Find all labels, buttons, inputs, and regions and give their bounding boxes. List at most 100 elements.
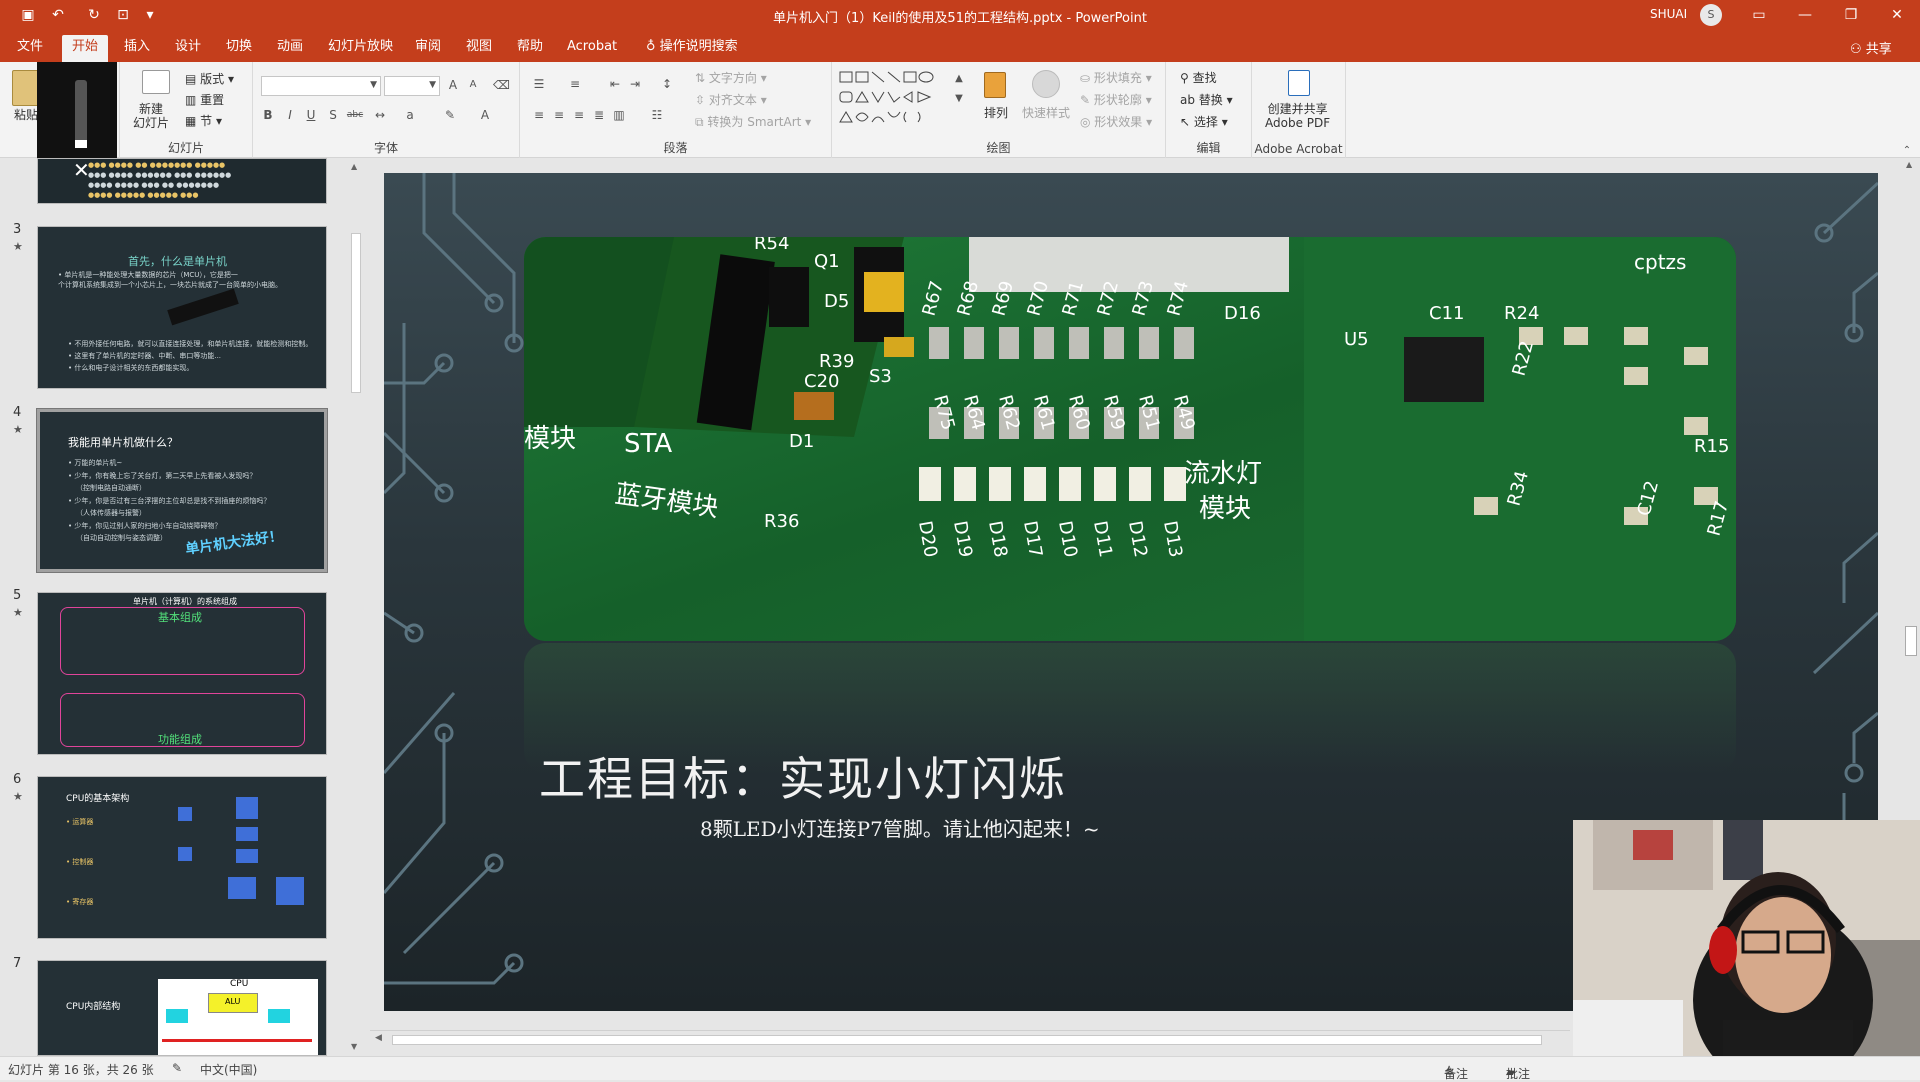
slide-thumbnail-6[interactable]: CPU的基本架构 • 运算器 • 控制器 • 寄存器	[37, 776, 327, 939]
create-pdf-button[interactable]: 创建并共享 Adobe PDF	[1265, 102, 1330, 130]
numbering-icon[interactable]: ≡	[568, 77, 582, 91]
quick-styles-icon[interactable]	[1032, 70, 1060, 98]
shape-outline-button[interactable]: ✎ 形状轮廓 ▾	[1080, 91, 1152, 108]
find-button[interactable]: ⚲ 查找	[1180, 69, 1217, 86]
user-name[interactable]: SHUAI	[1650, 7, 1687, 21]
horizontal-scrollbar[interactable]: ◀	[370, 1030, 1570, 1048]
align-text-label: 对齐文本	[708, 93, 757, 107]
section-button[interactable]: ▦ 节 ▾	[185, 112, 222, 129]
reset-button[interactable]: ▥ 重置	[185, 91, 224, 108]
align-left-icon[interactable]: ≡	[532, 108, 546, 122]
collapse-ribbon-icon[interactable]: ⌃	[1900, 144, 1914, 158]
new-slide-button[interactable]: 新建 幻灯片	[133, 102, 169, 130]
font-color-icon[interactable]: A	[478, 108, 492, 122]
slide-thumbnail-5[interactable]: 单片机（计算机）的系统组成 基本组成 功能组成	[37, 592, 327, 755]
chevron-down-icon[interactable]: ▼	[952, 92, 966, 106]
justify-icon[interactable]: ≣	[592, 108, 606, 122]
bold-button[interactable]: B	[261, 108, 275, 122]
ribbon-options-button[interactable]: ▭	[1736, 0, 1782, 30]
quick-styles-button[interactable]: 快速样式	[1022, 104, 1070, 121]
new-slide-icon[interactable]	[142, 70, 170, 94]
scroll-down-icon[interactable]: ▼	[351, 1042, 357, 1051]
align-text-icon: ⇳	[695, 93, 709, 107]
tab-help[interactable]: 帮助	[507, 35, 553, 62]
align-center-icon[interactable]: ≡	[552, 108, 566, 122]
thumb-line: • 少年，你见过别人家的扫地小车自动绕障碍物？	[68, 522, 222, 530]
close-button[interactable]: ✕	[1874, 0, 1920, 30]
tab-acrobat[interactable]: Acrobat	[557, 35, 627, 62]
shadow-button[interactable]: S	[326, 108, 340, 122]
line-spacing-icon[interactable]: ↕	[660, 77, 674, 91]
arrange-button[interactable]: 排列	[984, 104, 1008, 121]
clear-format-icon[interactable]: ⌫	[493, 78, 510, 92]
tab-insert[interactable]: 插入	[114, 35, 160, 62]
replace-icon: ab	[1180, 93, 1199, 107]
tab-home[interactable]: 开始	[62, 35, 109, 62]
font-family-select[interactable]: ▼	[261, 76, 381, 96]
scrollbar-thumb[interactable]	[1905, 626, 1917, 656]
tab-animations[interactable]: 动画	[267, 35, 313, 62]
strikethrough-button[interactable]: abc	[344, 108, 366, 122]
scroll-left-icon[interactable]: ◀	[375, 1033, 382, 1043]
bullets-icon[interactable]: ☰	[532, 77, 546, 91]
smartart-icon: ⧉	[695, 115, 708, 129]
columns-icon[interactable]: ▥	[612, 108, 626, 122]
pcb-label: C20	[804, 371, 839, 392]
increase-indent-icon[interactable]: ⇥	[628, 77, 642, 91]
layout-button[interactable]: ▤ 版式 ▾	[185, 70, 234, 87]
scroll-up-icon[interactable]: ▲	[1906, 160, 1912, 169]
comments-label: 批注	[1506, 1067, 1531, 1081]
align-right-icon[interactable]: ≡	[572, 108, 586, 122]
slide-thumbnail-3[interactable]: 首先，什么是单片机 • 单片机是一种能处理大量数据的芯片（MCU），它是把一 个…	[37, 226, 327, 389]
slide-thumbnail-7[interactable]: CPU内部结构 CPU ALU	[37, 960, 327, 1056]
italic-button[interactable]: I	[283, 108, 297, 122]
shape-effects-button[interactable]: ◎ 形状效果 ▾	[1080, 113, 1152, 130]
level-fill	[75, 140, 87, 148]
close-icon[interactable]: ✕	[73, 158, 90, 182]
tab-review[interactable]: 审阅	[405, 35, 451, 62]
tab-slideshow[interactable]: 幻灯片放映	[318, 35, 403, 62]
slide-title[interactable]: 工程目标：实现小灯闪烁	[539, 743, 1067, 809]
restore-button[interactable]: ❐	[1828, 0, 1874, 30]
tell-me-search[interactable]: ♁ 操作说明搜索	[636, 35, 748, 62]
find-label: 查找	[1192, 71, 1217, 85]
spellcheck-icon[interactable]: ✎	[172, 1061, 182, 1075]
paste-button[interactable]: 粘贴	[14, 106, 38, 123]
align-text-button[interactable]: ⇳ 对齐文本 ▾	[695, 91, 767, 108]
slide-subtitle[interactable]: 8颗LED小灯连接P7管脚。请让他闪起来！~	[700, 813, 1100, 842]
select-button[interactable]: ↖ 选择 ▾	[1180, 113, 1228, 130]
thumbnails-scrollbar[interactable]: ▲ ▼	[347, 158, 365, 1056]
shrink-font-icon[interactable]: A	[466, 78, 480, 92]
decrease-indent-icon[interactable]: ⇤	[608, 77, 622, 91]
distribute-icon[interactable]: ☷	[650, 108, 664, 122]
slide-scrollbar[interactable]: ▲	[1902, 158, 1920, 820]
shape-fill-button[interactable]: ⛀ 形状填充 ▾	[1080, 69, 1152, 86]
char-spacing-icon[interactable]: ↔	[373, 108, 387, 122]
highlight-icon[interactable]: ✎	[443, 108, 457, 122]
language-indicator[interactable]: 中文(中国)	[200, 1061, 257, 1078]
tab-design[interactable]: 设计	[165, 35, 211, 62]
tab-view[interactable]: 视图	[456, 35, 502, 62]
underline-button[interactable]: U	[304, 108, 318, 122]
scroll-up-icon[interactable]: ▲	[351, 162, 357, 171]
scrollbar-thumb[interactable]	[392, 1035, 1542, 1045]
avatar[interactable]: S	[1700, 4, 1722, 26]
share-button[interactable]: ⚇ 共享	[1850, 38, 1892, 57]
change-case-icon[interactable]: a	[403, 108, 417, 122]
slide-number: 6	[13, 772, 22, 787]
minimize-button[interactable]: —	[1782, 0, 1828, 30]
grow-font-icon[interactable]: A	[446, 78, 460, 92]
font-size-select[interactable]: ▼	[384, 76, 440, 96]
scrollbar-thumb[interactable]	[351, 233, 361, 393]
group-drawing: ▲ ▼ 排列 快速样式 ⛀ 形状填充 ▾ ✎ 形状轮廓 ▾ ◎ 形状效果 ▾ 绘…	[832, 62, 1166, 158]
chevron-up-icon[interactable]: ▲	[952, 72, 966, 86]
smartart-button[interactable]: ⧉ 转换为 SmartArt ▾	[695, 113, 811, 130]
pdf-icon[interactable]	[1288, 70, 1310, 96]
replace-button[interactable]: ab 替换 ▾	[1180, 91, 1233, 108]
text-direction-button[interactable]: ⇅ 文字方向 ▾	[695, 69, 767, 86]
tab-transitions[interactable]: 切换	[216, 35, 262, 62]
arrange-icon[interactable]	[984, 72, 1006, 98]
level-meter	[75, 80, 87, 148]
slide-thumbnail-4[interactable]: 我能用单片机做什么？ • 万能的单片机~ • 少年，你有晚上忘了关台灯，第二天早…	[36, 408, 328, 573]
tab-file[interactable]: 文件	[7, 35, 53, 62]
